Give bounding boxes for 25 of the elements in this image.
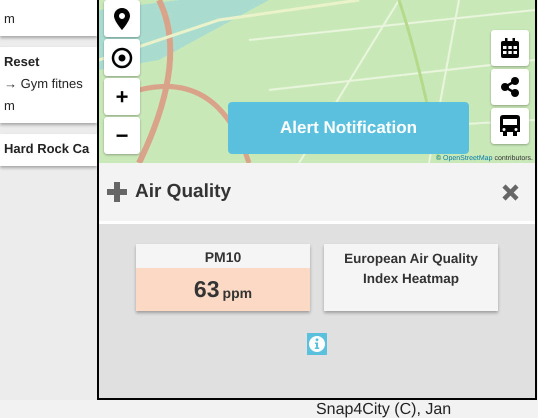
card-title: Hard Rock Ca	[4, 140, 90, 158]
zoom-button[interactable]: +	[104, 78, 140, 115]
list-card[interactable]: Hard Rock Ca	[0, 134, 97, 166]
card-text: → Gym fitnes	[4, 75, 84, 93]
tile-label: European Air Quality Index Heatmap	[343, 250, 479, 288]
list-card[interactable]: m	[0, 0, 97, 36]
card-title: Reset	[4, 53, 40, 71]
heatmap-tile[interactable]: European Air Quality Index Heatmap	[324, 244, 498, 311]
panel-title: Air Quality	[135, 181, 232, 203]
pm10-tile[interactable]: PM10 63 ppm	[136, 244, 310, 311]
card-text: m	[4, 10, 16, 28]
reading-unit: ppm	[222, 284, 252, 300]
expand-icon[interactable]	[107, 182, 127, 202]
footer-text: Snap4City (C), Jan	[316, 401, 452, 418]
card-text: m	[4, 97, 16, 115]
tile-label: PM10	[204, 248, 242, 267]
locate-icon[interactable]	[104, 39, 140, 76]
share-icon[interactable]	[491, 69, 529, 105]
zoom-button[interactable]: −	[104, 117, 140, 154]
bus-icon[interactable]	[491, 108, 529, 144]
close-icon[interactable]	[502, 184, 519, 200]
map-marker-icon[interactable]	[104, 0, 140, 37]
reading-value: 63	[194, 276, 220, 303]
list-card[interactable]: Reset → Gym fitnes m	[0, 47, 97, 123]
calendar-icon[interactable]	[491, 30, 529, 66]
